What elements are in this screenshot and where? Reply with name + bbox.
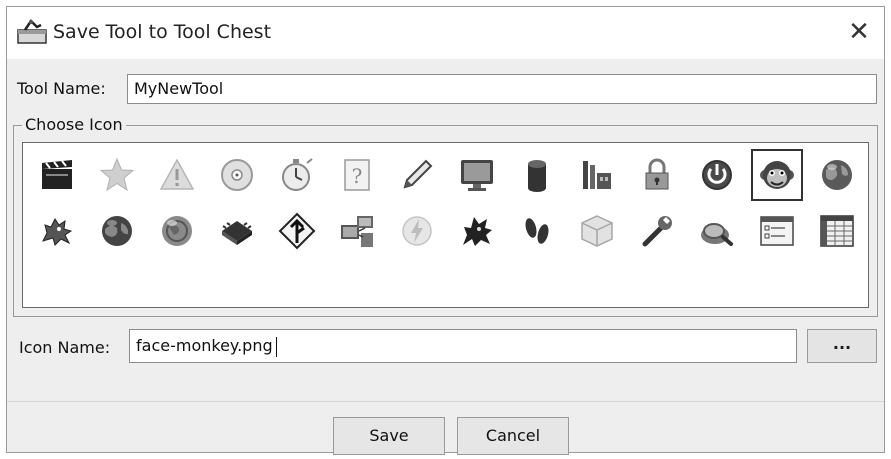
- factory-icon[interactable]: [571, 149, 623, 201]
- clapperboard-icon[interactable]: [31, 149, 83, 201]
- icon-grid: ?: [27, 149, 867, 261]
- dialog-window-icon[interactable]: [751, 205, 803, 257]
- lightning-icon[interactable]: [391, 205, 443, 257]
- merge-sign-icon[interactable]: [271, 205, 323, 257]
- wrench-icon[interactable]: [631, 205, 683, 257]
- tool-chest-icon: [17, 19, 47, 45]
- icon-picker-panel: ?: [22, 142, 869, 308]
- spreadsheet-icon[interactable]: [811, 205, 863, 257]
- pencil-icon[interactable]: [391, 149, 443, 201]
- save-button[interactable]: Save: [333, 417, 445, 455]
- stopwatch-icon[interactable]: [271, 149, 323, 201]
- button-separator: [7, 401, 884, 402]
- choose-icon-group: Choose Icon ?: [13, 115, 878, 317]
- dragon-icon[interactable]: [31, 205, 83, 257]
- globe-light-icon[interactable]: [151, 205, 203, 257]
- tool-name-value: MyNewTool: [134, 79, 224, 98]
- footprints-icon[interactable]: [511, 205, 563, 257]
- globe-icon[interactable]: [811, 149, 863, 201]
- cancel-button[interactable]: Cancel: [457, 417, 569, 455]
- box-icon[interactable]: [571, 205, 623, 257]
- disc-icon[interactable]: [211, 149, 263, 201]
- star-icon[interactable]: [91, 149, 143, 201]
- icon-name-field[interactable]: face-monkey.png: [129, 329, 797, 363]
- monkey-face-icon[interactable]: [751, 149, 803, 201]
- icon-name-value: face-monkey.png: [136, 336, 273, 355]
- tool-name-label: Tool Name:: [17, 79, 106, 98]
- title-bar: Save Tool to Tool Chest ✕: [7, 7, 884, 59]
- chip-icon[interactable]: [211, 205, 263, 257]
- help-icon[interactable]: ?: [331, 149, 383, 201]
- magnifier-icon[interactable]: [691, 205, 743, 257]
- choose-icon-legend: Choose Icon: [22, 115, 126, 134]
- globe-dark-icon[interactable]: [91, 205, 143, 257]
- tool-name-field[interactable]: MyNewTool: [127, 74, 877, 104]
- browse-button[interactable]: ...: [807, 329, 877, 363]
- icon-name-label: Icon Name:: [19, 338, 111, 357]
- text-caret: [275, 336, 277, 357]
- dragon-black-icon[interactable]: [451, 205, 503, 257]
- close-icon[interactable]: ✕: [844, 17, 874, 47]
- power-icon[interactable]: [691, 149, 743, 201]
- save-tool-dialog: Save Tool to Tool Chest ✕ Tool Name: MyN…: [6, 6, 885, 455]
- lock-icon[interactable]: [631, 149, 683, 201]
- monitor-icon[interactable]: [451, 149, 503, 201]
- svg-text:?: ?: [352, 164, 363, 188]
- warning-icon[interactable]: [151, 149, 203, 201]
- dialog-title: Save Tool to Tool Chest: [53, 21, 272, 43]
- network-icon[interactable]: [331, 205, 383, 257]
- cylinder-icon[interactable]: [511, 149, 563, 201]
